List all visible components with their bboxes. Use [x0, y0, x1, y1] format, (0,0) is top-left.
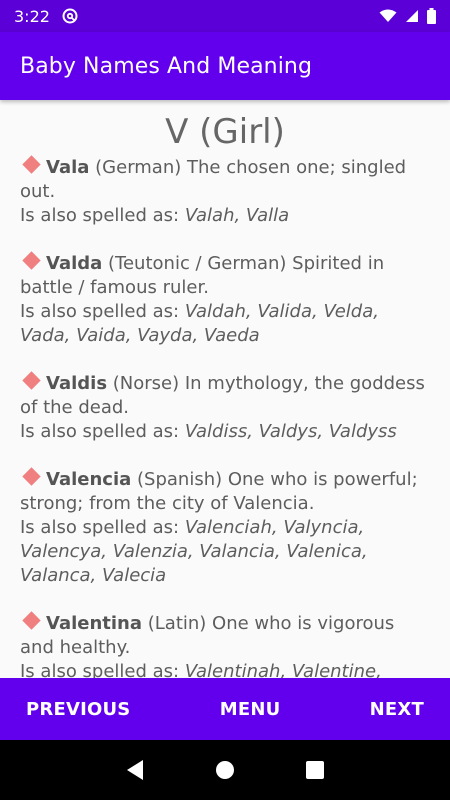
names-list[interactable]: V (Girl) Vala (German) The chosen one; s… [0, 100, 450, 678]
spelled-prefix: Is also spelled as: [20, 421, 185, 442]
diamond-icon [22, 251, 41, 270]
bottom-nav-bar: PREVIOUS MENU NEXT [0, 678, 450, 740]
next-button[interactable]: NEXT [370, 699, 424, 720]
diamond-icon [22, 611, 41, 630]
entry-name: Valentina [46, 613, 143, 634]
signal-icon [406, 10, 418, 22]
home-button[interactable] [205, 750, 245, 790]
name-entry: Valencia (Spanish) One who is powerful; … [20, 467, 430, 588]
back-triangle-icon [127, 760, 143, 780]
status-time: 3:22 [14, 6, 50, 26]
entry-spellings: Valdiss, Valdys, Valdyss [184, 421, 397, 442]
name-entry: Vala (German) The chosen one; singled ou… [20, 155, 430, 228]
previous-button[interactable]: PREVIOUS [26, 699, 130, 720]
entry-spellings: Valah, Valla [184, 205, 290, 226]
app-bar: Baby Names And Meaning [0, 32, 450, 100]
name-entry: Valda (Teutonic / German) Spirited in ba… [20, 251, 430, 348]
back-button[interactable] [115, 750, 155, 790]
app-title: Baby Names And Meaning [20, 53, 313, 79]
name-entry: Valdis (Norse) In mythology, the goddess… [20, 371, 430, 444]
entry-name: Valencia [46, 469, 132, 490]
entry-spellings: Valentinah, Valentine, [184, 661, 382, 678]
entry-name: Vala [46, 157, 90, 178]
diamond-icon [22, 467, 41, 486]
status-bar: 3:22 [0, 0, 450, 32]
entry-name: Valda [46, 253, 103, 274]
home-circle-icon [216, 761, 234, 779]
wifi-icon [379, 9, 397, 22]
status-icons [379, 8, 436, 24]
diamond-icon [22, 155, 41, 174]
spelled-prefix: Is also spelled as: [20, 205, 185, 226]
battery-icon [427, 8, 436, 24]
menu-button[interactable]: MENU [220, 699, 281, 720]
system-nav-bar [0, 740, 450, 800]
section-heading: V (Girl) [165, 112, 285, 152]
diamond-icon [22, 371, 41, 390]
recents-square-icon [306, 761, 324, 779]
recents-button[interactable] [295, 750, 335, 790]
name-entry: Valentina (Latin) One who is vigorous an… [20, 611, 430, 678]
spelled-prefix: Is also spelled as: [20, 301, 185, 322]
spelled-prefix: Is also spelled as: [20, 661, 185, 678]
at-icon [62, 8, 78, 24]
spelled-prefix: Is also spelled as: [20, 517, 185, 538]
entry-name: Valdis [46, 373, 108, 394]
